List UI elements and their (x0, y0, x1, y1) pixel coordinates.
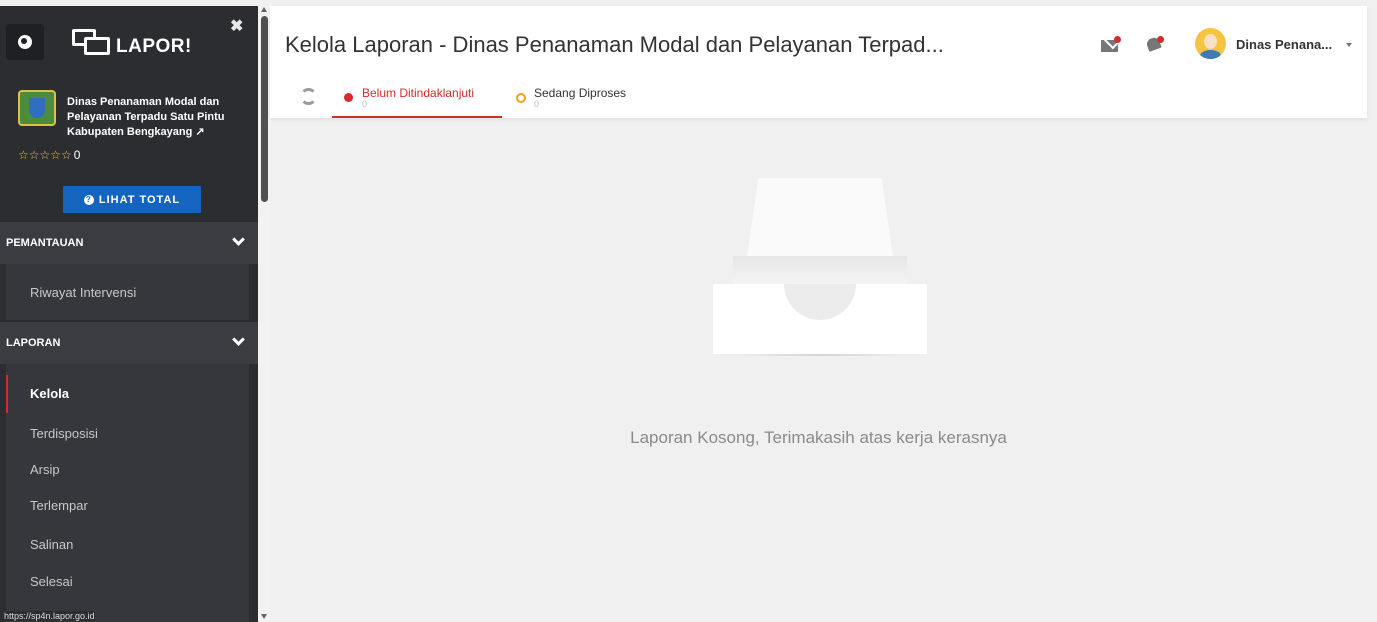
org-name-link[interactable]: Dinas Penanaman Modal dan Pelayanan Terp… (67, 95, 247, 140)
sidebar-item-terdisposisi[interactable]: Terdisposisi (6, 426, 249, 441)
bell-notification-dot (1157, 36, 1164, 43)
globe-icon[interactable] (6, 24, 44, 60)
question-icon: ? (83, 194, 94, 205)
page-title: Kelola Laporan - Dinas Penanaman Modal d… (285, 32, 944, 57)
lihat-total-button[interactable]: ? LIHAT TOTAL (63, 186, 201, 213)
avatar[interactable] (1195, 28, 1226, 59)
star-icons: ☆☆☆☆☆ (18, 148, 72, 162)
mail-icon[interactable] (1101, 36, 1121, 54)
sidebar-item-terlempar[interactable]: Terlempar (6, 498, 249, 513)
laporan-submenu: Kelola Terdisposisi Arsip Terlempar Sali… (6, 364, 249, 622)
caret-down-icon[interactable] (1346, 43, 1352, 47)
tab-sedang-diproses[interactable]: Sedang Diproses 0 (512, 86, 652, 118)
logo-text: LAPOR! (116, 36, 192, 57)
pemantauan-submenu: Riwayat Intervensi (6, 264, 249, 320)
lapor-logo-icon (72, 29, 112, 57)
tab-belum-ditindaklanjuti[interactable]: Belum Ditindaklanjuti 0 (332, 86, 502, 118)
scroll-up-icon[interactable] (261, 7, 267, 12)
user-name[interactable]: Dinas Penana... (1236, 37, 1332, 52)
chevron-down-icon (232, 333, 245, 346)
tab-label: Belum Ditindaklanjuti (362, 86, 475, 100)
tab-count: 0 (362, 99, 368, 109)
tab-label: Sedang Diproses (534, 86, 627, 100)
top-bar: Kelola Laporan - Dinas Penanaman Modal d… (270, 6, 1367, 118)
tab-count: 0 (534, 99, 540, 109)
sidebar-scrollbar[interactable] (258, 6, 270, 622)
orange-ring-icon (516, 93, 526, 103)
main-content: Kelola Laporan - Dinas Penanaman Modal d… (270, 6, 1367, 622)
sidebar-header: LAPOR! ✖ (0, 6, 258, 80)
sidebar: LAPOR! ✖ Dinas Penanaman Modal dan Pelay… (0, 6, 258, 622)
close-icon[interactable]: ✖ (230, 16, 243, 36)
empty-inbox-illustration (713, 176, 927, 376)
section-pemantauan-label: PEMANTAUAN (6, 237, 84, 249)
scroll-down-icon[interactable] (261, 614, 267, 619)
sidebar-item-selesai[interactable]: Selesai (6, 574, 249, 589)
status-bar-url: https://sp4n.lapor.go.id (4, 611, 95, 621)
refresh-icon[interactable] (300, 88, 317, 105)
section-pemantauan[interactable]: PEMANTAUAN (0, 222, 258, 264)
sidebar-item-kelola[interactable]: Kelola (6, 375, 249, 413)
bell-icon[interactable] (1145, 36, 1166, 54)
sidebar-item-arsip[interactable]: Arsip (6, 462, 249, 477)
mail-notification-dot (1114, 36, 1121, 43)
org-emblem (18, 90, 56, 126)
rating-stars: ☆☆☆☆☆ 0 (18, 148, 80, 162)
rating-value: 0 (73, 148, 81, 162)
red-dot-icon (344, 93, 353, 102)
section-laporan-label: LAPORAN (6, 337, 61, 349)
lapor-logo[interactable]: LAPOR! (72, 28, 192, 58)
lihat-total-label: LIHAT TOTAL (98, 193, 181, 206)
sidebar-item-salinan[interactable]: Salinan (6, 537, 249, 552)
scrollbar-thumb[interactable] (261, 16, 268, 202)
sidebar-item-riwayat-intervensi[interactable]: Riwayat Intervensi (6, 285, 249, 300)
external-link-icon: ↗ (195, 126, 205, 138)
empty-state-message: Laporan Kosong, Terimakasih atas kerja k… (630, 428, 1007, 447)
section-laporan[interactable]: LAPORAN (0, 322, 258, 364)
chevron-down-icon (232, 233, 245, 246)
